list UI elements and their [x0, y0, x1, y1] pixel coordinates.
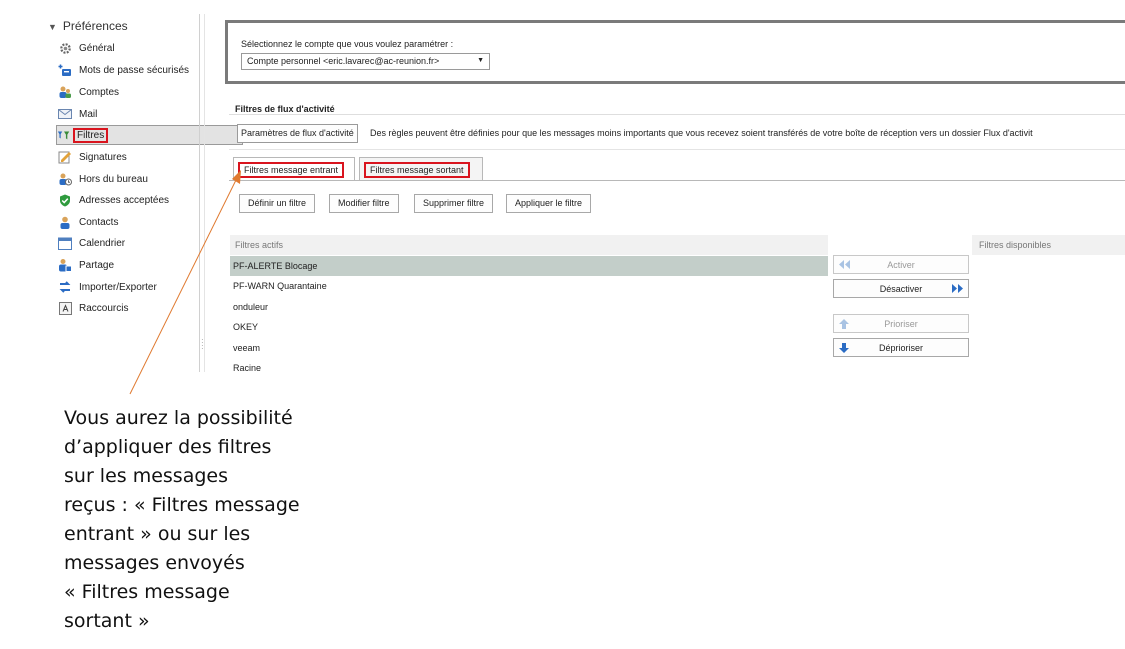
caption-line: reçus : « Filtres message — [64, 494, 300, 516]
caption-line: sur les messages — [64, 465, 228, 487]
caption-line: « Filtres message — [64, 581, 230, 603]
caption-line: Vous aurez la possibilité — [64, 407, 293, 429]
annotation-arrow-line — [129, 177, 238, 395]
caption-line: sortant » — [64, 610, 150, 632]
annotation-arrow-head — [232, 170, 241, 184]
caption-line: entrant » ou sur les — [64, 523, 251, 545]
caption-text: Vous aurez la possibilité d’appliquer de… — [64, 404, 364, 636]
caption-line: d’appliquer des filtres — [64, 436, 272, 458]
caption-line: messages envoyés — [64, 552, 245, 574]
